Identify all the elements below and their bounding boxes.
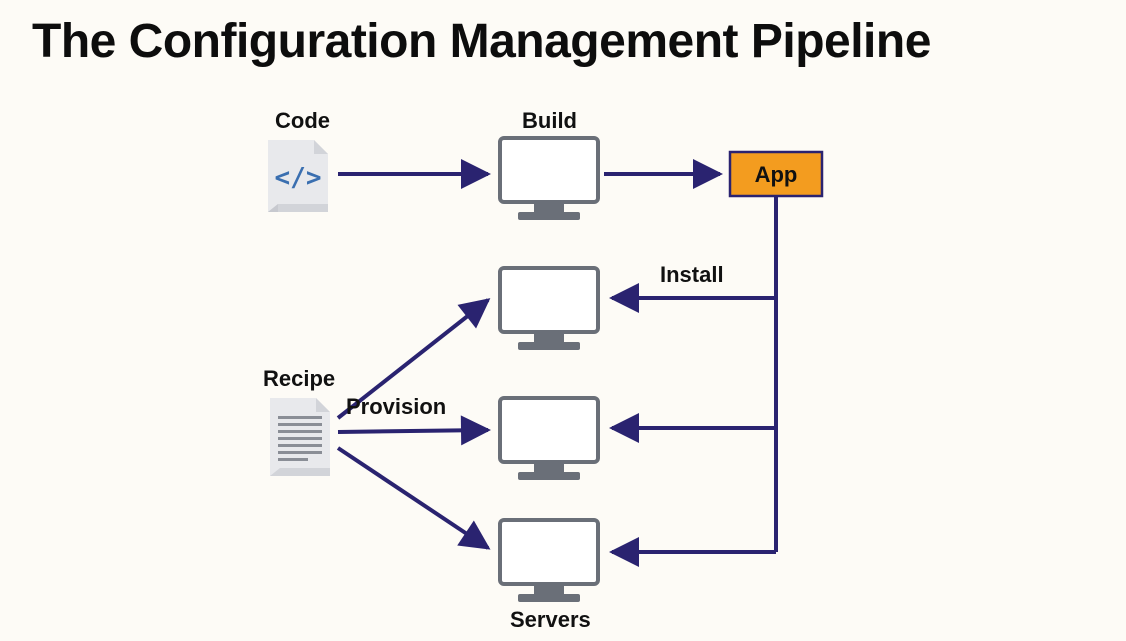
diagram-stage: The Configuration Management Pipeline </…: [0, 0, 1126, 641]
recipe-file-icon: [270, 398, 330, 476]
app-label: App: [755, 162, 798, 187]
svg-text:</>: </>: [275, 163, 322, 193]
code-label: Code: [275, 108, 330, 134]
build-monitor-icon: [500, 138, 598, 220]
app-node: App: [730, 152, 822, 196]
code-file-icon: </>: [268, 140, 328, 212]
server-1-icon: [500, 268, 598, 350]
install-label: Install: [660, 262, 724, 288]
server-2-icon: [500, 398, 598, 480]
arrow-provision-server3: [338, 448, 488, 548]
arrow-provision-server2: [338, 430, 488, 432]
servers-label: Servers: [510, 607, 591, 633]
recipe-label: Recipe: [263, 366, 335, 392]
build-label: Build: [522, 108, 577, 134]
server-3-icon: [500, 520, 598, 602]
provision-label: Provision: [346, 394, 446, 420]
pipeline-diagram: </> App: [0, 0, 1126, 641]
